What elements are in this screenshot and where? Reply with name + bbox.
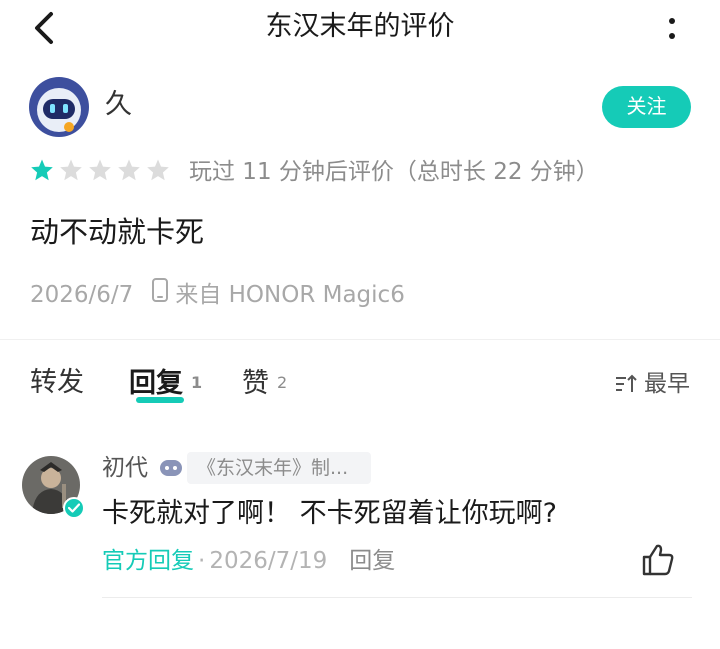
tab-reply-count: 1	[191, 373, 203, 392]
verified-icon	[63, 497, 85, 519]
meta-separator: ·	[198, 548, 206, 574]
phone-icon	[151, 277, 169, 313]
star-icon	[147, 159, 169, 181]
playtime-text: 玩过 11 分钟后评价（总时长 22 分钟）	[189, 159, 599, 185]
review-text: 动不动就卡死	[30, 215, 205, 249]
star-icon	[60, 159, 82, 181]
reply-button[interactable]: 回复	[349, 544, 395, 578]
more-icon	[669, 17, 675, 24]
tab-like-count: 2	[277, 373, 288, 392]
tab-active-indicator	[136, 397, 184, 403]
review-device: 来自 HONOR Magic6	[175, 282, 405, 308]
follow-button[interactable]: 关注	[602, 86, 691, 128]
tab-repost[interactable]: 转发	[30, 364, 84, 402]
sort-label: 最早	[644, 371, 690, 397]
sort-button[interactable]: 最早	[614, 367, 690, 401]
page-title: 东汉末年的评价	[265, 11, 455, 42]
reply-divider	[102, 597, 692, 598]
author-name[interactable]: 久	[105, 86, 132, 124]
star-icon	[31, 159, 53, 181]
reply-text: 卡死就对了啊！ 不卡死留着让你玩啊?	[102, 498, 557, 529]
reply-author-name[interactable]: 初代	[102, 451, 148, 485]
thumbs-up-icon	[642, 544, 674, 576]
developer-tag[interactable]: 《东汉末年》制...	[187, 452, 371, 484]
reply-meta: 官方回复 · 2026/7/19 回复	[102, 544, 395, 578]
tab-repost-label: 转发	[30, 367, 84, 398]
review-date: 2026/6/7	[30, 282, 134, 308]
more-icon-dot	[669, 32, 675, 39]
tab-reply-label: 回复	[129, 368, 183, 399]
game-controller-icon	[160, 460, 182, 476]
author-avatar[interactable]	[29, 77, 89, 137]
tab-like[interactable]: 赞2	[242, 364, 287, 403]
robot-avatar-icon	[29, 77, 89, 137]
review-meta: 2026/6/7 来自 HONOR Magic6	[30, 277, 405, 313]
reply-date: 2026/7/19	[209, 548, 328, 574]
sort-icon	[616, 374, 637, 392]
star-icon	[118, 159, 140, 181]
more-button[interactable]	[660, 12, 684, 44]
star-icon	[89, 159, 111, 181]
like-button[interactable]	[640, 542, 676, 578]
tab-like-label: 赞	[242, 368, 269, 399]
top-bar: 东汉末年的评价	[0, 0, 720, 56]
star-rating	[30, 158, 170, 182]
section-divider	[0, 339, 720, 340]
official-reply-label: 官方回复	[102, 548, 194, 574]
